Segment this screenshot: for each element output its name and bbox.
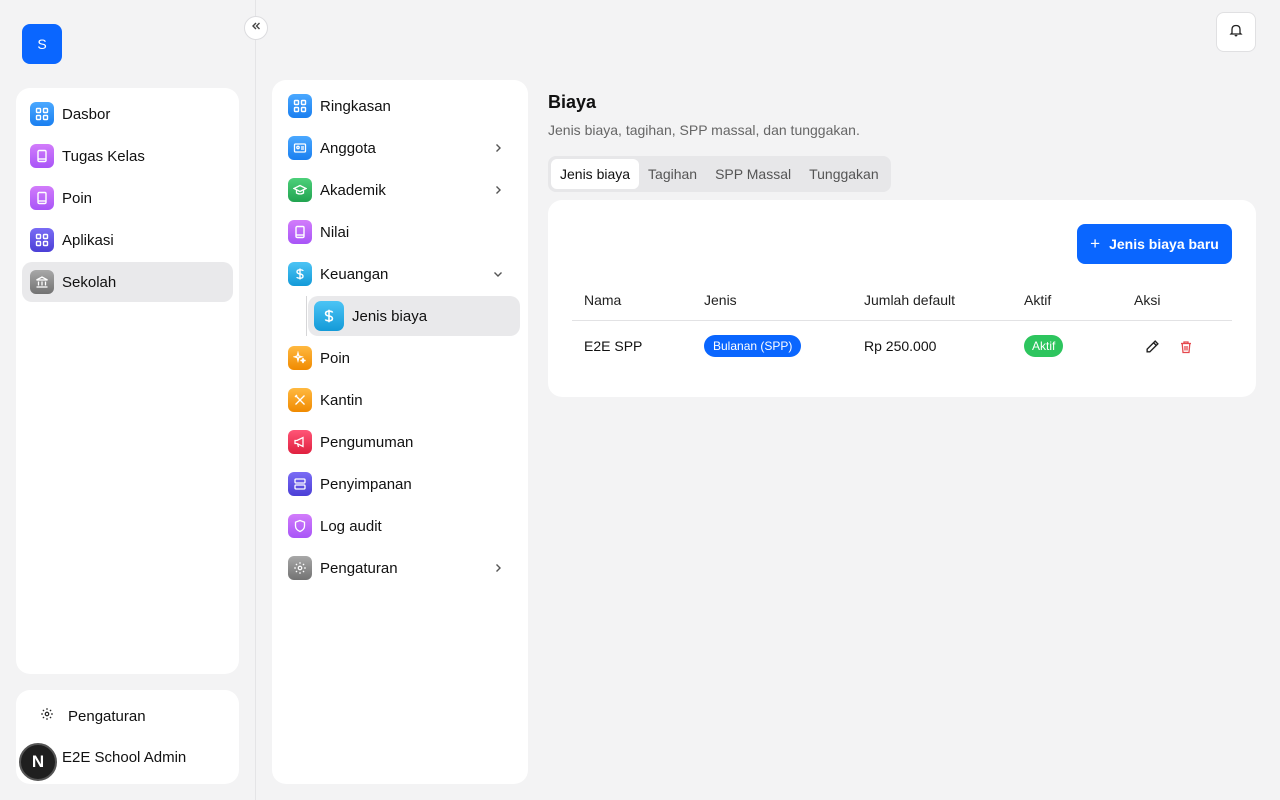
sidebar-item-label: Dasbor [62,105,111,123]
chevron-right-icon [492,183,504,200]
shield-icon [288,514,312,538]
main-nav: Dasbor Tugas Kelas Poin Aplikasi Sekolah [16,88,239,674]
chevron-right-icon [492,561,504,578]
table-header-row: Nama Jenis Jumlah default Aktif Aksi [572,280,1232,321]
bell-icon [1229,23,1243,42]
subnav-label: Log audit [320,517,382,535]
subnav-label: Pengumuman [320,433,414,451]
user-name[interactable]: E2E School Admin [62,749,186,767]
graduation-cap-icon [288,178,312,202]
subnav-label: Poin [320,349,351,367]
fee-amount: Rp 250.000 [864,338,937,355]
sidebar-item-poin[interactable]: Poin [22,178,233,218]
subnav-item-poin[interactable]: Poin [280,338,520,378]
subnav-item-keuangan[interactable]: Keuangan [280,254,520,294]
fee-types-card: + Jenis biaya baru Nama Jenis Jumlah def… [548,200,1256,397]
subnav-item-anggota[interactable]: Anggota [280,128,520,168]
fee-type-cell: Bulanan (SPP) [692,320,852,372]
avatar-letter: N [31,752,45,771]
trash-icon[interactable] [1174,335,1198,359]
book-icon [30,186,54,210]
column-header: Jenis [692,280,852,321]
subnav-label: Keuangan [320,265,389,283]
column-header: Nama [572,280,692,321]
column-header: Jumlah default [852,280,1012,321]
sidebar-item-sekolah[interactable]: Sekolah [22,262,233,302]
subnav-item-jenis-biaya[interactable]: Jenis biaya [308,296,520,336]
brand-logo[interactable]: S [22,24,62,64]
subnav-label: Kantin [320,391,363,409]
page-subtitle: Jenis biaya, tagihan, SPP massal, dan tu… [548,122,860,138]
grid-icon [30,102,54,126]
megaphone-icon [288,430,312,454]
tree-line [306,296,307,336]
sidebar-item-label: Aplikasi [62,231,114,249]
new-fee-type-label: Jenis biaya baru [1109,236,1219,252]
subnav-label: Ringkasan [320,97,391,115]
edit-pencil-icon[interactable] [1140,334,1164,358]
fee-tabs: Jenis biaya Tagihan SPP Massal Tunggakan [548,156,891,192]
subnav-label: Nilai [320,223,350,241]
gear-icon [288,556,312,580]
column-header: Aktif [1012,280,1122,321]
subnav-label: Akademik [320,181,386,199]
bank-icon [30,270,54,294]
settings-label: Pengaturan [68,707,146,725]
subnav-item-kantin[interactable]: Kantin [280,380,520,420]
sidebar-item-label: Poin [62,189,93,207]
tab-spp-massal[interactable]: SPP Massal [706,159,800,189]
table-row: E2E SPP Bulanan (SPP) Rp 250.000 Aktif [572,320,1232,372]
server-icon [288,472,312,496]
tab-tagihan[interactable]: Tagihan [639,159,706,189]
fee-types-table: Nama Jenis Jumlah default Aktif Aksi E2E… [572,280,1232,372]
page-title: Biaya [548,92,597,112]
subnav-label: Pengaturan [320,559,398,577]
subnav-item-penyimpanan[interactable]: Penyimpanan [280,464,520,504]
book-icon [288,220,312,244]
subnav-item-ringkasan[interactable]: Ringkasan [280,86,520,126]
gear-icon [40,707,54,725]
chevron-down-icon [492,267,504,284]
utensils-icon [288,388,312,412]
dollar-icon [288,262,312,286]
avatar[interactable]: N [19,743,57,781]
book-icon [30,144,54,168]
collapse-sidebar-button[interactable] [244,16,268,40]
sidebar-item-label: Sekolah [62,273,117,291]
fee-name: E2E SPP [584,338,643,355]
sidebar-item-aplikasi[interactable]: Aplikasi [22,220,233,260]
tab-jenis-biaya[interactable]: Jenis biaya [551,159,640,189]
sparkle-icon [288,346,312,370]
sidebar-item-label: Tugas Kelas [62,147,145,165]
plus-icon: + [1090,234,1101,253]
dollar-icon [314,301,344,331]
chevron-right-icon [492,141,504,158]
subnav-item-akademik[interactable]: Akademik [280,170,520,210]
school-subnav: Ringkasan Anggota Akademik Nilai Keuanga… [272,80,528,784]
subnav-item-nilai[interactable]: Nilai [280,212,520,252]
subnav-item-pengaturan[interactable]: Pengaturan [280,548,520,588]
status-badge: Aktif [1024,335,1064,358]
column-header: Aksi [1122,280,1232,321]
notifications-button[interactable] [1216,12,1256,52]
grid-icon [30,228,54,252]
subnav-label: Anggota [320,139,376,157]
sidebar-settings[interactable]: Pengaturan [22,696,233,736]
actions-cell [1122,320,1232,372]
status-cell: Aktif [1012,320,1122,372]
grid-icon [288,94,312,118]
new-fee-type-button[interactable]: + Jenis biaya baru [1077,224,1232,264]
subnav-label: Penyimpanan [320,475,412,493]
chevrons-left-icon [250,19,262,37]
sidebar-item-dasbor[interactable]: Dasbor [22,94,233,134]
sidebar-item-tugas-kelas[interactable]: Tugas Kelas [22,136,233,176]
tab-tunggakan[interactable]: Tunggakan [800,159,888,189]
subnav-item-log-audit[interactable]: Log audit [280,506,520,546]
id-card-icon [288,136,312,160]
subnav-children-keuangan: Jenis biaya [280,296,520,336]
subnav-label: Jenis biaya [352,307,428,325]
fee-type-badge: Bulanan (SPP) [704,335,802,358]
app-sidebar: S Dasbor Tugas Kelas Poin Aplikasi Sekol… [0,0,256,800]
subnav-item-pengumuman[interactable]: Pengumuman [280,422,520,462]
